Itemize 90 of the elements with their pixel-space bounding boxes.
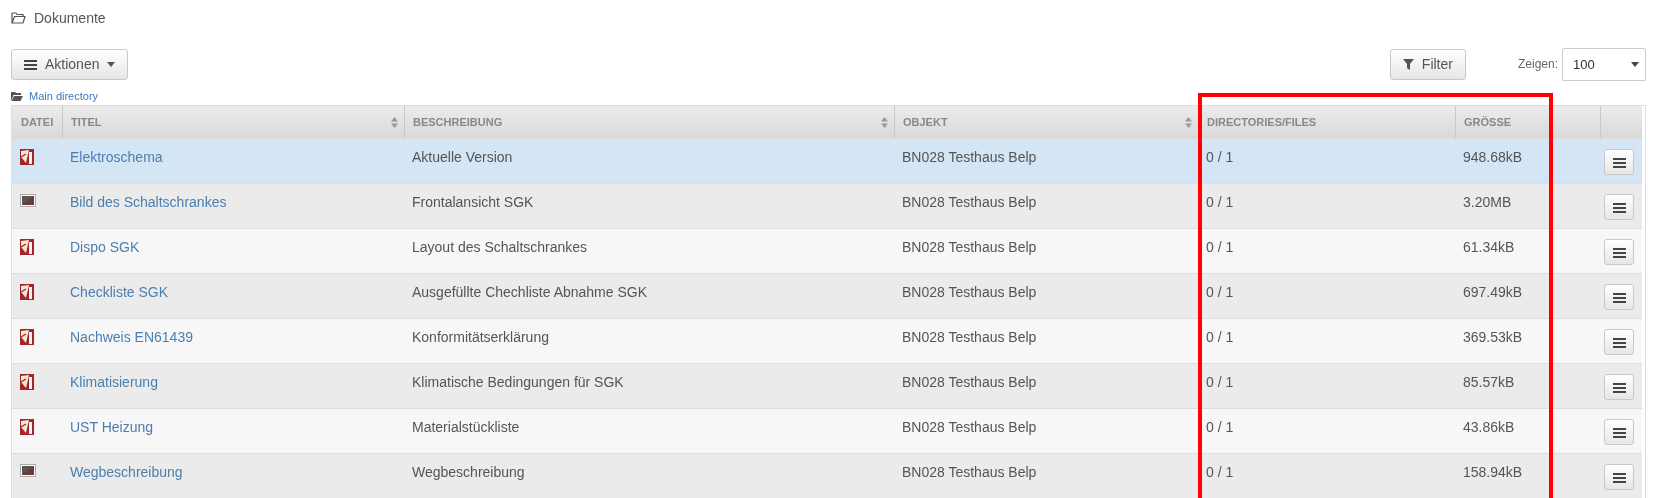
column-header[interactable]: BESCHREIBUNG	[404, 106, 894, 138]
caret-icon	[107, 61, 116, 67]
pdf-file-icon	[20, 329, 34, 345]
table-cell: BN028 Testhaus Belp	[902, 149, 1037, 165]
table-row[interactable]: Elektroschema Aktuelle Version BN028 Testhaus Belp 0 / 1 948.68kB	[12, 138, 1642, 183]
table-row[interactable]: Nachweis EN61439 Konformitätserklärung BN028 Testhaus Belp 0 / 1 369.53kB	[12, 318, 1642, 363]
table-cell: Klimatische Bedingungen für SGK	[412, 374, 624, 390]
page-size-select[interactable]: 100	[1562, 47, 1646, 81]
image-file-icon	[20, 464, 36, 477]
title-link[interactable]: Bild des Schaltschrankes	[70, 194, 227, 210]
row-menu-button[interactable]	[1604, 149, 1634, 175]
table-cell: 369.53kB	[1463, 329, 1523, 345]
table-cell: 0 / 1	[1206, 239, 1234, 255]
row-menu-button[interactable]	[1604, 419, 1634, 445]
column-header: DATEI	[12, 106, 62, 138]
row-menu-button[interactable]	[1604, 194, 1634, 220]
table-cell: 85.57kB	[1463, 374, 1515, 390]
folder-icon	[11, 91, 23, 101]
table-row[interactable]: Klimatisierung Klimatische Bedingungen für SGK BN028 Testhaus Belp 0 / 1 85.57kB	[12, 363, 1642, 408]
menu-icon	[1612, 426, 1626, 438]
filter-button[interactable]: Filter	[1389, 48, 1466, 80]
table-cell: Layout des Schaltschrankes	[412, 239, 588, 255]
table-cell: 0 / 1	[1206, 284, 1234, 300]
table-cell: Ausgefüllte Chechliste Abnahme SGK	[412, 284, 648, 300]
page-size-label: Zeigen:	[1517, 57, 1558, 71]
actions-button[interactable]: Aktionen	[11, 48, 129, 80]
menu-icon	[24, 58, 37, 70]
table-row[interactable]: Checkliste SGK Ausgefüllte Chechliste Abnahme SGK BN028 Testhaus Belp 0 / 1 697.49kB	[12, 273, 1642, 318]
title-link[interactable]: Elektroschema	[70, 149, 163, 165]
table-cell: 158.94kB	[1463, 464, 1523, 480]
table-row[interactable]: Wegbeschreibung Wegbeschreibung BN028 Testhaus Belp 0 / 1 158.94kB	[12, 453, 1642, 498]
table-row[interactable]: Dispo SGK Layout des Schaltschrankes BN028 Testhaus Belp 0 / 1 61.34kB	[12, 228, 1642, 273]
title-link[interactable]: Wegbeschreibung	[70, 464, 183, 480]
row-menu-button[interactable]	[1604, 239, 1634, 265]
folder-icon	[11, 12, 26, 24]
table-cell: Frontalansicht SGK	[412, 194, 534, 210]
row-menu-button[interactable]	[1604, 374, 1634, 400]
breadcrumb-title: Dokumente	[34, 10, 106, 26]
table-cell: BN028 Testhaus Belp	[902, 284, 1037, 300]
title-link[interactable]: Klimatisierung	[70, 374, 158, 390]
pdf-file-icon	[20, 284, 34, 300]
directory-link[interactable]: Main directory	[29, 90, 99, 102]
table-cell: BN028 Testhaus Belp	[902, 464, 1037, 480]
image-file-icon	[20, 194, 36, 207]
table-cell: BN028 Testhaus Belp	[902, 419, 1037, 435]
pdf-file-icon	[20, 239, 34, 255]
table-cell: 0 / 1	[1206, 464, 1234, 480]
table-cell: Konformitätserklärung	[412, 329, 549, 345]
table-cell: BN028 Testhaus Belp	[902, 329, 1037, 345]
column-header	[1600, 106, 1642, 138]
table-cell: 0 / 1	[1206, 374, 1234, 390]
table-cell: BN028 Testhaus Belp	[902, 239, 1037, 255]
table-cell: 0 / 1	[1206, 329, 1234, 345]
filter-icon	[1402, 58, 1414, 70]
title-link[interactable]: Nachweis EN61439	[70, 329, 193, 345]
pdf-file-icon	[20, 149, 34, 165]
table-cell: Materialstückliste	[412, 419, 520, 435]
menu-icon	[1612, 201, 1626, 213]
table-cell: 61.34kB	[1463, 239, 1515, 255]
title-link[interactable]: Dispo SGK	[70, 239, 140, 255]
row-menu-button[interactable]	[1604, 284, 1634, 310]
table-cell: 948.68kB	[1463, 149, 1523, 165]
table-cell: Wegbeschreibung	[412, 464, 525, 480]
table-cell: 0 / 1	[1206, 194, 1234, 210]
caret-icon	[1631, 61, 1639, 67]
table-cell: 697.49kB	[1463, 284, 1523, 300]
table-cell: Aktuelle Version	[412, 149, 513, 165]
menu-icon	[1612, 156, 1626, 168]
menu-icon	[1612, 381, 1626, 393]
menu-icon	[1612, 291, 1626, 303]
table-cell: 0 / 1	[1206, 419, 1234, 435]
row-menu-button[interactable]	[1604, 329, 1634, 355]
table-cell: BN028 Testhaus Belp	[902, 194, 1037, 210]
table-cell: 3.20MB	[1463, 194, 1512, 210]
pdf-file-icon	[20, 374, 34, 390]
column-header[interactable]: OBJEKT	[894, 106, 1198, 138]
column-header[interactable]: TITEL	[62, 106, 404, 138]
table-row[interactable]: Bild des Schaltschrankes Frontalansicht SGK BN028 Testhaus Belp 0 / 1 3.20MB	[12, 183, 1642, 228]
menu-icon	[1612, 246, 1626, 258]
row-menu-button[interactable]	[1604, 464, 1634, 490]
menu-icon	[1612, 471, 1626, 483]
menu-icon	[1612, 336, 1626, 348]
pdf-file-icon	[20, 419, 34, 435]
title-link[interactable]: Checkliste SGK	[70, 284, 169, 300]
column-header: GRÖSSE	[1455, 106, 1600, 138]
table-row[interactable]: UST Heizung Materialstückliste BN028 Testhaus Belp 0 / 1 43.86kB	[12, 408, 1642, 453]
table-cell: 0 / 1	[1206, 149, 1234, 165]
table-cell: BN028 Testhaus Belp	[902, 374, 1037, 390]
title-link[interactable]: UST Heizung	[70, 419, 153, 435]
table-cell: 43.86kB	[1463, 419, 1515, 435]
